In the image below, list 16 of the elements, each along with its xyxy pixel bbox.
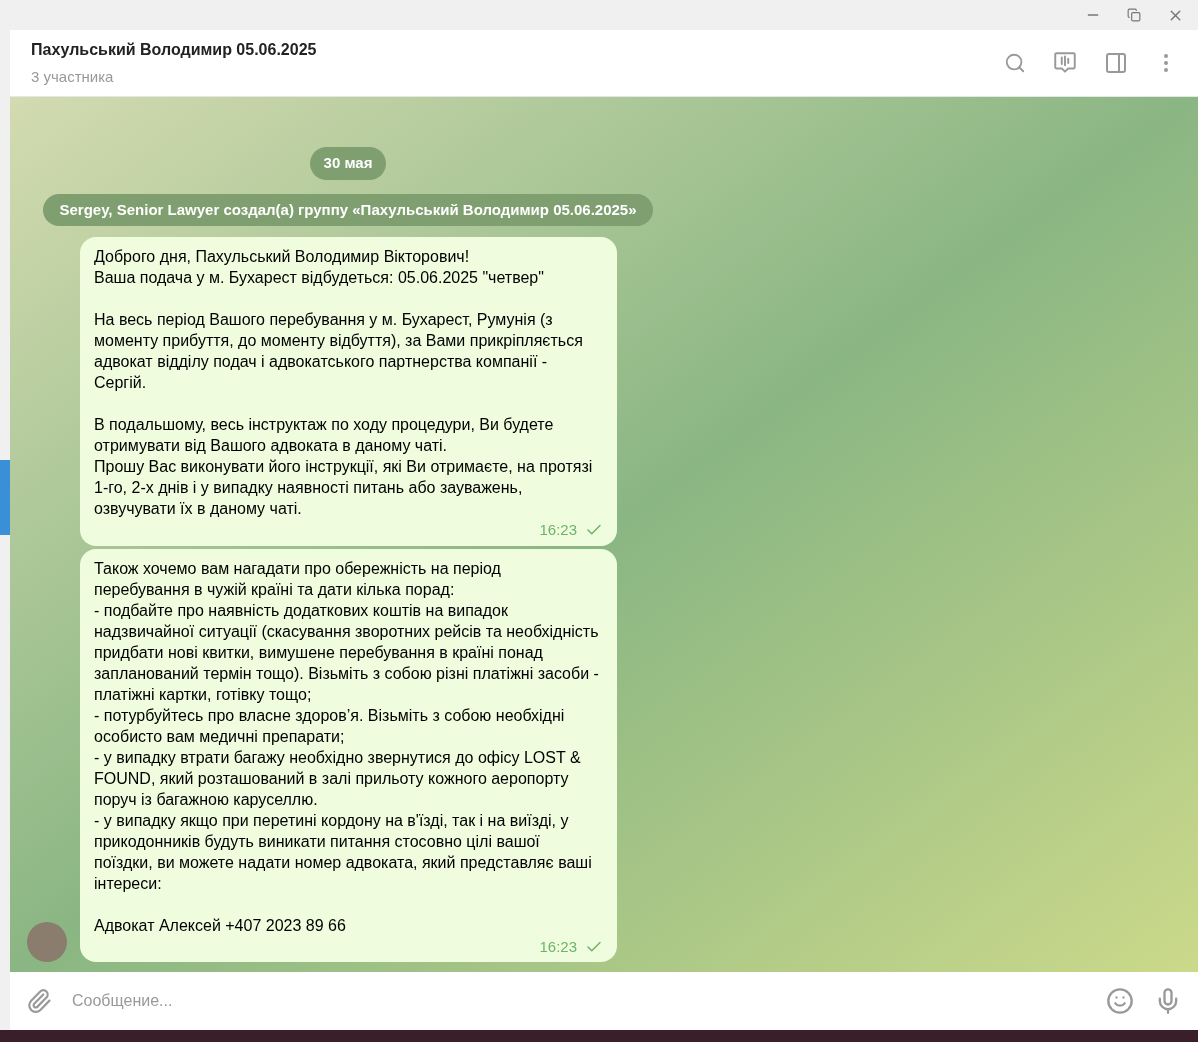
restore-icon[interactable] bbox=[1127, 8, 1141, 22]
attach-icon[interactable] bbox=[26, 988, 52, 1014]
chat-title: Пахульський Володимир 05.06.2025 bbox=[31, 39, 318, 60]
avatar[interactable] bbox=[27, 922, 67, 962]
message-composer[interactable]: Сообщение... bbox=[10, 972, 1198, 1030]
member-count: 3 участника bbox=[31, 66, 115, 87]
message-time: 16:23 bbox=[539, 936, 577, 957]
search-icon[interactable] bbox=[1004, 52, 1026, 74]
message-text: Також хочемо вам нагадати про обережність на період перебування в чужій країні та дати кілька порад: - подбайте про наявність додаткових коштів на випадок надзвичайної ситуації (скасування зворотних рейсів та необхідність придбати нові квитки, вимушене перебування в країні понад запланований термін тощо). Візьміть з собою різні платіжні засоби - платіжні картки, готівку тощо; - потурбуйтесь про власне здоров’я. Візьміть з собою необхідні особисто вам медичні препарати; - у випадку втрати багажу необхідно звернутися до офісу LOST & FOUND, який розташований в залі прильоту кожного аеропорту поруч із багажною каруселлю. - у випадку якщо при перетині кордону на в'їзді, так і на виїзді, у прикодонників будуть виникати питання стосовно цілі вашої поїздки, ви можете надати номер адвоката, який представляє ваші інтереси: Адвокат Алексей +407 2023 89 66 bbox=[94, 558, 600, 936]
message-time: 16:23 bbox=[539, 520, 577, 540]
message-text: Доброго дня, Пахульський Володимир Вікторович! Ваша подача у м. Бухарест відбудеться: 05.06.2025 "четвер" На весь період Вашого перебування у м. Бухарест, Румунія (з моменту прибуття, до моменту відбуття), за Вами прикріпляється адвокат відділу подач і адвокатського партнерства компанії - Сергій. В подальшому, весь інструктаж по ходу процедури, Ви будете отримувати від Вашого адвоката в даному чаті. Прошу Вас виконувати його інструкції, які Ви отримаєте, на протязі 1-го, 2-х днів і у випадку наявності питань або зауважень, озвучувати їх в даному чаті. bbox=[94, 247, 594, 519]
service-message: Sergey, Senior Lawyer создал(а) группу «Пахульський Володимир 05.06.2025» bbox=[43, 193, 653, 226]
emoji-icon[interactable] bbox=[1106, 987, 1134, 1015]
date-badge: 30 мая bbox=[309, 147, 387, 180]
message-input[interactable]: Сообщение... bbox=[72, 989, 1086, 1013]
side-panel-icon[interactable] bbox=[1104, 51, 1128, 75]
